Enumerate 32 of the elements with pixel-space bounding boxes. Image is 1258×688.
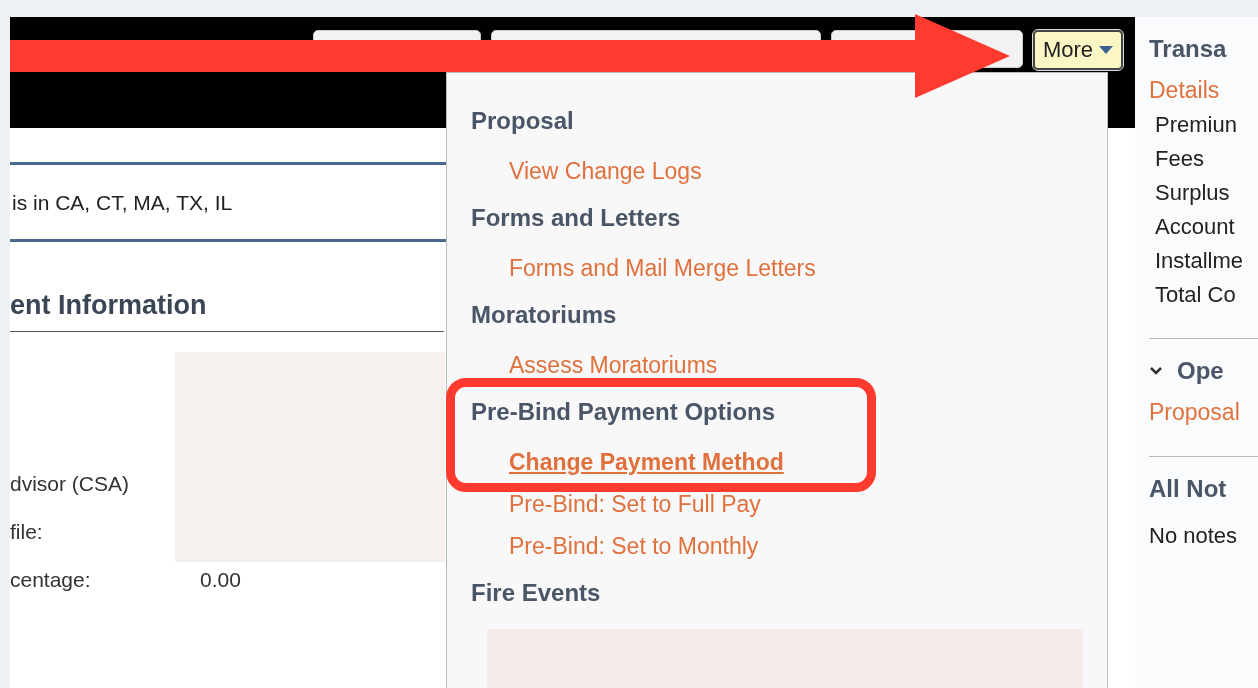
menu-group-title: Moratoriums [471,301,617,329]
section-title: ent Information [10,290,444,332]
notice-text: is in CA, CT, MA, TX, IL [10,162,446,242]
menu-item[interactable]: Pre-Bind: Set to Monthly [509,532,759,560]
field-label: dvisor (CSA) [10,472,131,496]
details-link[interactable]: Details [1149,77,1220,104]
menu-item[interactable]: Pre-Bind: Set to Full Pay [509,490,761,518]
menu-group-title: Pre-Bind Payment Options [471,398,776,426]
notes-text: No notes [1149,523,1238,549]
panel-item: Total Co [1155,282,1236,308]
menu-group-title: Forms and Letters [471,204,681,232]
panel-item: Surplus [1155,180,1230,206]
proposal-link[interactable]: Proposal [1149,399,1240,426]
field-label: centage: [10,568,92,592]
panel-item: Installme [1155,248,1244,274]
menu-item[interactable]: Forms and Mail Merge Letters [509,254,816,282]
menu-item[interactable]: View Change Logs [509,157,702,185]
menu-group-title: Proposal [471,107,574,135]
panel-title: Transa [1149,35,1227,63]
panel-item: Fees [1155,146,1204,172]
menu-group-title: Fire Events [471,579,601,607]
notes-title: All Not [1149,475,1227,503]
chevron-icon[interactable] [1149,366,1163,376]
panel-item: Premiun [1155,112,1237,138]
field-value: 0.00 [200,568,242,592]
menu-item[interactable]: Assess Moratoriums [509,351,718,379]
more-button[interactable]: More [1032,30,1123,70]
panel-item: Account [1155,214,1235,240]
caret-icon [1099,46,1113,54]
section-title: Ope [1177,357,1224,385]
field-label: file: [10,520,44,544]
menu-item[interactable]: Change Payment Method [509,448,784,476]
